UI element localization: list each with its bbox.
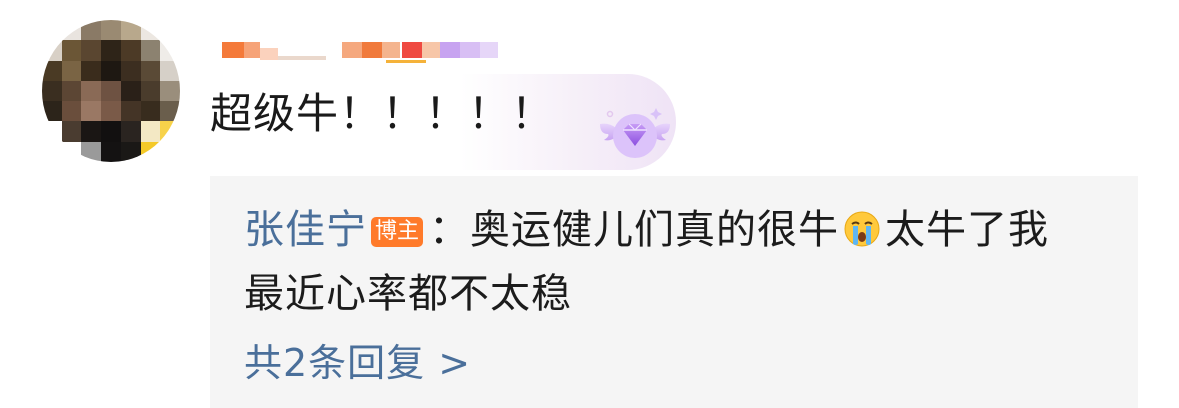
purple-diamond-badge-icon [600, 108, 670, 158]
reply-line-2: 最近心率都不太稳 [244, 271, 572, 317]
reply-line-1: 张佳宁 博主 ：奥运健儿们真的很牛 太牛了我 [244, 204, 1049, 256]
reply-author-name[interactable]: 张佳宁 [244, 207, 367, 253]
reply-text-part1: 奥运健儿们真的很牛 [470, 207, 840, 253]
crying-face-icon [844, 211, 880, 247]
view-more-replies-link[interactable]: 共2条回复 > [244, 338, 471, 388]
reply-text-part2: 太牛了我 [885, 207, 1050, 253]
avatar[interactable] [42, 20, 180, 162]
blogger-tag: 博主 [371, 217, 424, 247]
reply-separator: ： [429, 207, 471, 253]
comment-text: 超级牛！！！！！ [210, 89, 555, 138]
username[interactable] [222, 38, 512, 64]
